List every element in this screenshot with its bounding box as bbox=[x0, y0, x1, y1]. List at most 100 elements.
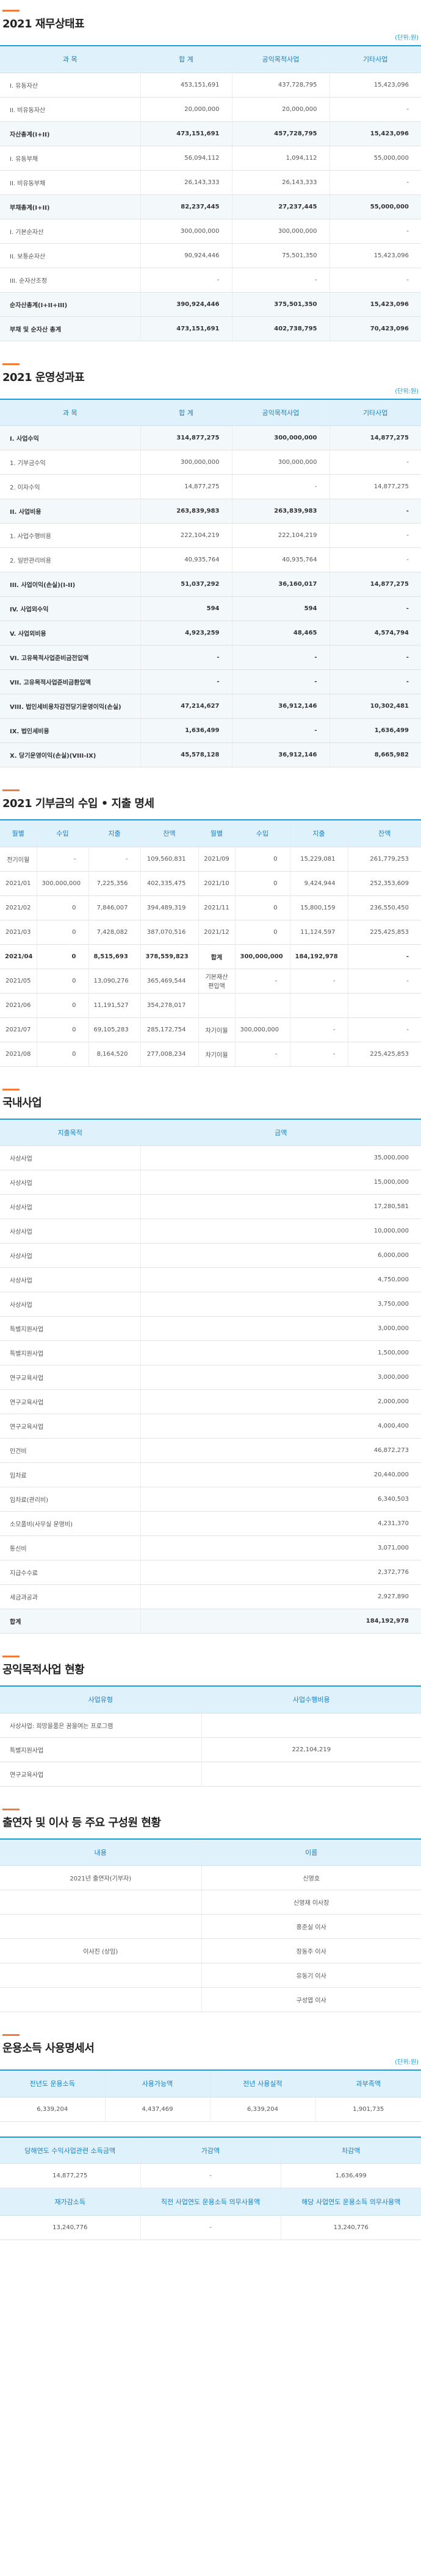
table-cell: - bbox=[289, 969, 348, 994]
table-row: 자산총계(I+II) 473,151,691 457,728,795 15,423,0… bbox=[0, 121, 421, 146]
table-row: 사상사업 35,000,000 bbox=[0, 1145, 421, 1170]
section-title: 국내사업 bbox=[2, 1096, 42, 1109]
table-cell: 285,172,754 bbox=[140, 1017, 198, 1042]
column-header: 공익목적사업 bbox=[231, 399, 329, 426]
table-cell: 2,000,000 bbox=[140, 1389, 421, 1414]
table-cell: - bbox=[347, 1017, 421, 1042]
table-row: 인건비 46,872,273 bbox=[0, 1438, 421, 1463]
balance-sheet-section: 2021 재무상태표 (단위:원) 과 목합 계 공익목적사업 기타사업 I. 유동자… bbox=[0, 0, 421, 341]
table-cell: 8,665,982 bbox=[329, 742, 421, 767]
table-cell: 236,550,450 bbox=[347, 895, 421, 920]
section-accent-bar bbox=[2, 1808, 20, 1810]
table-cell: 연구교육사업 bbox=[0, 1762, 201, 1787]
table-cell: 375,501,350 bbox=[231, 292, 329, 317]
section-accent-bar bbox=[2, 789, 20, 791]
table-cell: 222,104,219 bbox=[231, 523, 329, 548]
operating-results-section: 2021 운영성과표 (단위:원) 과 목합 계 공익목적사업 기타사업 I. 사업수… bbox=[0, 354, 421, 767]
table-cell: 특별지원사업 bbox=[0, 1316, 140, 1341]
table-cell: 연구교육사업 bbox=[0, 1365, 140, 1390]
table-row: VI. 고유목적사업준비금전입액 - - - bbox=[0, 645, 421, 670]
table-cell: 0 bbox=[36, 895, 88, 920]
column-header: 당해연도 수익사업관련 소득금액 bbox=[0, 2137, 140, 2164]
table-cell: 45,578,128 bbox=[140, 742, 232, 767]
table-cell: 36,160,017 bbox=[231, 572, 329, 597]
column-header: 금액 bbox=[140, 1119, 421, 1146]
column-header: 과 목 bbox=[0, 399, 140, 426]
table-cell: 11,191,527 bbox=[88, 993, 140, 1018]
column-header: 월별 bbox=[198, 820, 235, 847]
table-cell bbox=[0, 1963, 201, 1988]
table-row: 사상사업: 희망을품은 꿈을여는 프로그램 bbox=[0, 1713, 421, 1738]
column-header: 내용 bbox=[0, 1838, 201, 1866]
table-cell: 0 bbox=[36, 1017, 88, 1042]
table-row: 사상사업 10,000,000 bbox=[0, 1219, 421, 1244]
table-cell: 8,515,693 bbox=[88, 944, 140, 969]
table-cell: - bbox=[289, 1017, 348, 1042]
table-cell: 9,424,944 bbox=[289, 871, 348, 896]
table-cell: 0 bbox=[36, 920, 88, 945]
table-cell: 13,240,776 bbox=[280, 2215, 421, 2240]
column-header: 과 목 bbox=[0, 46, 140, 73]
column-header: 지출목적 bbox=[0, 1119, 140, 1146]
donation-ledger-table: 월별 수입 지출 잔액 월별 수입 지출 잔액 전기이월 - -109,560,831 2021/09… bbox=[0, 819, 421, 1067]
table-cell: X. 당기운영이익(손실)(VIII-IX) bbox=[0, 742, 140, 767]
members-section: 출연자 및 이사 등 주요 구성원 현황 내용 이름 2021년 출연자(기부자) 신… bbox=[0, 1799, 421, 2012]
table-row: 특별지원사업 3,000,000 bbox=[0, 1316, 421, 1341]
domestic-projects-section: 국내사업 지출목적 금액 사상사업 35,000,000 사상사업 15,000,000 사… bbox=[0, 1079, 421, 1634]
table-row: II. 비유동자산 20,000,000 20,000,000- bbox=[0, 97, 421, 122]
table-cell: 387,070,516 bbox=[140, 920, 198, 945]
table-row: II. 비유동부채 26,143,333 26,143,333- bbox=[0, 170, 421, 195]
column-header: 지출 bbox=[88, 820, 140, 847]
table-cell: 장동주 이사 bbox=[201, 1938, 421, 1963]
table-cell: - bbox=[329, 499, 421, 524]
table-cell: - bbox=[329, 547, 421, 572]
table-row: 2. 이자수익 14,877,275-14,877,275 bbox=[0, 474, 421, 499]
table-cell: - bbox=[231, 268, 329, 293]
table-cell: II. 사업비용 bbox=[0, 499, 140, 524]
table-row: 부채 및 순자산 총계 473,151,691 402,738,795 70,423,… bbox=[0, 316, 421, 341]
table-row: 2021/07 0 69,105,283 285,172,754 차기이월 300,000… bbox=[0, 1017, 421, 1042]
table-cell: 0 bbox=[234, 895, 290, 920]
table-cell: 인건비 bbox=[0, 1438, 140, 1463]
table-cell: - bbox=[329, 97, 421, 122]
table-cell: 4,574,794 bbox=[329, 621, 421, 646]
column-header: 가감액 bbox=[140, 2137, 281, 2164]
table-cell: 1. 사업수행비용 bbox=[0, 523, 140, 548]
table-cell: 7,225,356 bbox=[88, 871, 140, 896]
table-cell: 차기이월 bbox=[198, 1042, 235, 1067]
table-row: 연구교육사업 3,000,000 bbox=[0, 1365, 421, 1390]
table-cell: 300,000,000 bbox=[36, 871, 88, 896]
table-cell: 사상사업 bbox=[0, 1267, 140, 1292]
column-header: 전년 사용실적 bbox=[209, 2070, 315, 2097]
table-cell: 부채 및 순자산 총계 bbox=[0, 316, 140, 341]
table-row: 연구교육사업 4,000,400 bbox=[0, 1414, 421, 1439]
table-row: 13,240,776-13,240,776 bbox=[0, 2215, 421, 2240]
table-cell: III. 사업이익(손실)(I-II) bbox=[0, 572, 140, 597]
table-cell: 4,923,259 bbox=[140, 621, 232, 646]
table-cell bbox=[0, 1890, 201, 1915]
table-cell: 437,728,795 bbox=[231, 73, 329, 98]
table-row: VII. 고유목적사업준비금환입액 - - - bbox=[0, 669, 421, 694]
table-cell: 55,000,000 bbox=[329, 146, 421, 171]
column-header: 해당 사업연도 운용소득 의무사용액 bbox=[280, 2188, 421, 2216]
table-cell: 4,000,400 bbox=[140, 1414, 421, 1439]
table-cell: 13,240,776 bbox=[0, 2215, 140, 2240]
table-cell: 2,927,890 bbox=[140, 1584, 421, 1609]
table-cell: 4,750,000 bbox=[140, 1267, 421, 1292]
table-cell: 473,151,691 bbox=[140, 121, 232, 146]
table-cell: 2021년 출연자(기부자) bbox=[0, 1865, 201, 1890]
table-cell: 6,340,503 bbox=[140, 1487, 421, 1512]
public-projects-section: 공익목적사업 현황 사업유형 사업수행비용 사상사업: 희망을품은 꿈을여는 프로그… bbox=[0, 1646, 421, 1787]
unit-label: (단위:원) bbox=[395, 35, 419, 41]
table-cell: 신영재 이사장 bbox=[201, 1890, 421, 1915]
table-cell: 연구교육사업 bbox=[0, 1414, 140, 1439]
table-cell: 15,423,096 bbox=[329, 243, 421, 268]
unit-label: (단위:원) bbox=[395, 2059, 419, 2066]
table-cell: 225,425,853 bbox=[347, 1042, 421, 1067]
table-cell: 2. 일반관리비용 bbox=[0, 547, 140, 572]
table-row: 사상사업 3,750,000 bbox=[0, 1292, 421, 1317]
table-cell: 75,501,350 bbox=[231, 243, 329, 268]
table-cell: 14,877,275 bbox=[0, 2163, 140, 2188]
table-cell: - bbox=[231, 474, 329, 499]
table-cell: 109,560,831 bbox=[140, 847, 198, 872]
